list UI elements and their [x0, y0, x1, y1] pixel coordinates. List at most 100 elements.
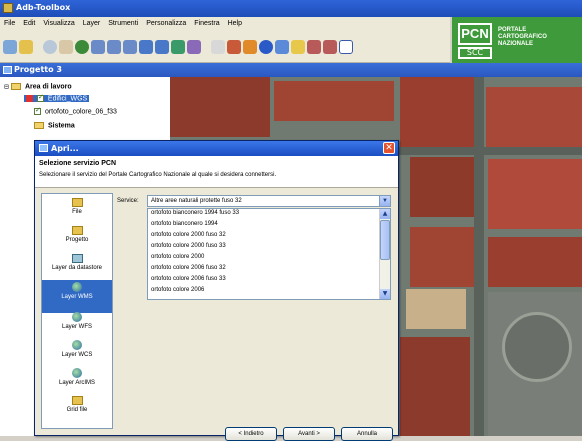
next-button[interactable]: Avanti > — [283, 427, 335, 441]
zoom-extent-icon[interactable] — [123, 39, 137, 54]
database-icon — [71, 254, 83, 263]
toolbar — [0, 31, 450, 63]
source-label: Grid file — [66, 407, 88, 413]
service-label: Service: — [117, 198, 139, 204]
menu-personalizza[interactable]: Personalizza — [146, 20, 186, 31]
dialog-title: Apri... — [51, 144, 79, 153]
service-option[interactable]: ortofoto bianconero 1994 fuso 33 — [151, 210, 239, 216]
open-project-icon[interactable] — [3, 39, 17, 54]
folder-icon — [71, 198, 83, 207]
tree-item-layer2[interactable]: ortofoto_colore_06_f33 — [34, 106, 117, 115]
service-select[interactable]: Altre aree naturali protette fuso 32 ▼ — [147, 195, 391, 207]
close-icon[interactable]: ✕ — [383, 142, 395, 154]
scroll-thumb[interactable] — [380, 220, 390, 260]
map-building — [406, 289, 466, 329]
arrow-left-icon[interactable] — [139, 39, 153, 54]
app-title-bar: Adb-Toolbox — [0, 0, 582, 17]
source-label: Layer ArcIMS — [58, 380, 95, 386]
app-icon — [3, 3, 13, 13]
source-label: Layer da datastore — [51, 265, 103, 271]
chevron-down-icon[interactable]: ▼ — [379, 196, 390, 206]
measure-icon[interactable] — [291, 39, 305, 54]
source-item-grid[interactable]: Grid file — [42, 394, 112, 427]
map-building — [410, 227, 480, 287]
open-folder-icon[interactable] — [19, 39, 33, 54]
menu-strumenti[interactable]: Strumenti — [108, 20, 138, 31]
source-label: File — [72, 209, 82, 215]
zoom-out-icon[interactable] — [107, 39, 121, 54]
menu-help[interactable]: Help — [228, 20, 242, 31]
folder-icon — [34, 122, 44, 129]
toolbar-separator — [35, 40, 41, 54]
pan-hand-icon[interactable] — [59, 39, 73, 54]
scc-logo-mark: SCC — [458, 47, 492, 59]
layers-icon[interactable] — [171, 39, 185, 54]
zoom-in-icon[interactable] — [91, 39, 105, 54]
toolbar-separator — [203, 40, 209, 54]
menu-file[interactable]: File — [4, 20, 15, 31]
tree-item-layer1[interactable]: Edifici_WGS — [24, 93, 90, 103]
tree-label-sistema: Sistema — [47, 122, 75, 130]
globe-icon[interactable] — [75, 39, 89, 54]
scroll-up-icon[interactable]: ▲ — [380, 209, 390, 219]
source-label: Layer WFS — [61, 324, 92, 330]
logo-text-3: NAZIONALE — [498, 41, 533, 47]
map-building — [488, 237, 582, 287]
source-label: Layer WMS — [61, 294, 93, 300]
service-option[interactable]: ortofoto colore 2006 fuso 32 — [151, 265, 226, 271]
pcn-logo: PCN SCC PORTALE CARTOGRAFICO NAZIONALE — [452, 17, 582, 63]
service-option[interactable]: ortofoto colore 2006 — [151, 287, 204, 293]
map-road — [474, 77, 484, 436]
menu-bar: File Edit Visualizza Layer Strumenti Per… — [0, 17, 450, 31]
select-arrow-icon[interactable] — [211, 39, 225, 54]
table-icon[interactable] — [187, 39, 201, 54]
service-option[interactable]: ortofoto bianconero 1994 — [151, 221, 218, 227]
edit-icon[interactable] — [275, 39, 289, 54]
info-icon[interactable] — [259, 39, 273, 54]
service-options-list[interactable]: ortofoto bianconero 1994 fuso 33 ortofot… — [147, 208, 391, 300]
map-roundabout — [502, 312, 572, 382]
app-title: Adb-Toolbox — [16, 3, 71, 12]
project-icon — [3, 66, 12, 74]
globe-icon — [72, 368, 82, 378]
menu-edit[interactable]: Edit — [23, 20, 35, 31]
source-item-wms[interactable]: Layer WMS — [42, 280, 112, 313]
layer-checkbox[interactable] — [34, 106, 41, 115]
dialog-title-bar: Apri... ✕ — [35, 141, 398, 156]
dialog-subheading: Selezionare il servizio del Portale Cart… — [39, 172, 277, 178]
map-building — [170, 77, 270, 137]
scroll-down-icon[interactable]: ▼ — [380, 289, 390, 299]
layer-color-icon — [26, 95, 33, 102]
dialog-header: Selezione servizio PCN Selezionare il se… — [35, 156, 398, 188]
window-icon[interactable] — [339, 39, 353, 54]
pcn-logo-mark: PCN — [458, 23, 492, 45]
collapse-icon[interactable]: ⊟ — [4, 84, 9, 90]
tree-item-area[interactable]: ⊟ Area di lavoro — [4, 83, 72, 90]
service-option[interactable]: ortofoto colore 2006 fuso 33 — [151, 276, 226, 282]
logo-text-2: CARTOGRAFICO — [498, 34, 547, 40]
map-building — [486, 87, 582, 147]
zoom-icon[interactable] — [43, 39, 57, 54]
service-option[interactable]: ortofoto colore 2000 — [151, 254, 204, 260]
redo-icon[interactable] — [323, 39, 337, 54]
cut-icon[interactable] — [227, 39, 241, 54]
service-option[interactable]: ortofoto colore 2000 fuso 32 — [151, 232, 226, 238]
map-building — [400, 77, 480, 147]
back-button[interactable]: < Indietro — [225, 427, 277, 441]
menu-layer[interactable]: Layer — [83, 20, 101, 31]
scrollbar[interactable]: ▲ ▼ — [379, 209, 390, 299]
menu-visualizza[interactable]: Visualizza — [43, 20, 74, 31]
project-title: Progetto 3 — [14, 65, 62, 74]
cancel-button[interactable]: Annulla — [341, 427, 393, 441]
layer-checkbox[interactable] — [36, 93, 44, 102]
identify-icon[interactable] — [243, 39, 257, 54]
undo-icon[interactable] — [307, 39, 321, 54]
tree-item-sistema[interactable]: Sistema — [34, 122, 75, 129]
menu-finestra[interactable]: Finestra — [194, 20, 219, 31]
service-option[interactable]: ortofoto colore 2000 fuso 33 — [151, 243, 226, 249]
source-list: File Progetto Layer da datastore Layer W… — [41, 193, 113, 429]
globe-icon — [72, 340, 82, 350]
arrow-right-icon[interactable] — [155, 39, 169, 54]
map-road — [396, 147, 582, 155]
logo-text-1: PORTALE — [498, 27, 527, 33]
